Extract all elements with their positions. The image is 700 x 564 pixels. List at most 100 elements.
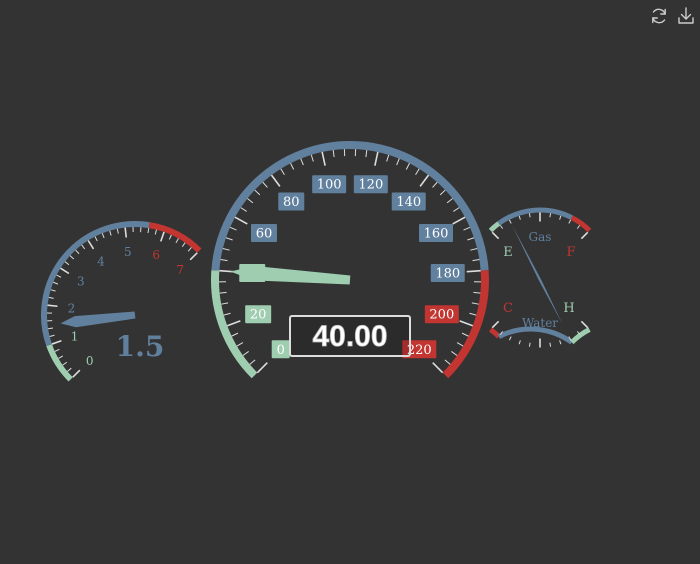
gauge-speed-minor-tick: [221, 260, 228, 261]
gauge-rpm-major-tick: [73, 370, 80, 377]
gauge-rpm-minor-tick: [182, 243, 185, 247]
gauge-speed-minor-tick: [220, 292, 227, 293]
gauge-rpm-band-0: [49, 345, 71, 379]
gauge-rpm-minor-tick: [53, 282, 58, 284]
download-icon[interactable]: [676, 6, 696, 26]
gauge-fuel-major-tick: [581, 232, 587, 238]
gauge-speed-major-tick: [257, 363, 267, 373]
gauge-rpm-minor-tick: [110, 231, 111, 236]
gauge-rpm-major-tick: [161, 232, 164, 241]
gauge-fuel-title: Gas: [529, 230, 552, 244]
gauge-rpm-minor-tick: [176, 238, 178, 242]
gauge-rpm-tick-label: 7: [176, 263, 184, 277]
gauge-rpm-minor-tick: [95, 237, 97, 241]
gauge-speed-tick-label: 80: [283, 195, 300, 210]
gauge-rpm-major-tick: [60, 268, 68, 273]
gauge-rpm-readout: 1.5: [116, 330, 165, 363]
gauge-rpm-minor-tick: [63, 362, 67, 365]
gauge-rpm-tick-label: 0: [86, 354, 94, 368]
gauge-speed-tick-label: 0: [277, 343, 285, 358]
gauge-fuel-minor-tick: [560, 216, 561, 220]
gauge-fuel-label-full: F: [566, 245, 575, 260]
gauge-speed-minor-tick: [230, 227, 236, 230]
gauge-rpm-major-tick: [48, 305, 58, 306]
gauge-speed-tick-label: 100: [317, 178, 342, 193]
gauge-speed-major-tick: [460, 321, 473, 326]
gauge-rpm-minor-tick: [148, 228, 149, 233]
gauge-rpm-minor-tick: [50, 335, 55, 336]
gauge-rpm-minor-tick: [58, 356, 62, 358]
gauge-rpm-minor-tick: [48, 328, 53, 329]
gauge-speed-band-1: [215, 145, 484, 270]
gauge-fuel-label-empty: E: [503, 245, 513, 260]
gauge-speed-minor-tick: [416, 169, 420, 175]
gauge-speed-minor-tick: [243, 351, 249, 355]
gauge-fuel-minor-tick: [550, 213, 551, 217]
gauge-speed-major-tick: [322, 152, 325, 166]
gauge-fuel-minor-tick: [569, 220, 571, 224]
gauge-speed-minor-tick: [291, 163, 294, 169]
gauge-speed-major-tick: [227, 321, 240, 326]
gauge-rpm-tick-label: 4: [97, 254, 105, 268]
gauge-speed-minor-tick: [462, 333, 468, 336]
gauge-rpm-tick-label: 1: [71, 330, 79, 344]
gauge-fuel-major-tick: [492, 232, 498, 238]
gauge-speed-minor-tick: [470, 249, 477, 251]
gauge-temperature-label-cold: C: [503, 301, 513, 316]
gauge-fuel-minor-tick: [577, 225, 579, 228]
gauge-speed-minor-tick: [221, 303, 228, 304]
gauge-temperature-band-0: [491, 329, 499, 336]
gauge-rpm-minor-tick: [55, 349, 60, 351]
gauge-rpm-major-tick: [52, 341, 61, 344]
gauge-speed-minor-tick: [447, 199, 452, 203]
gauge-speed-readout: 40.00: [312, 320, 387, 353]
gauge-rpm-band-2: [149, 225, 199, 251]
gauge-speed-minor-tick: [255, 190, 260, 195]
gauge-speed-minor-tick: [232, 333, 238, 336]
gauge-temperature-minor-tick: [529, 343, 530, 347]
gauge-rpm-band-1: [44, 224, 149, 345]
gauge-speed-minor-tick: [451, 351, 457, 355]
gauge-speed-minor-tick: [453, 208, 459, 212]
gauge-temperature-minor-tick: [550, 343, 551, 347]
gauge-speed-minor-tick: [397, 159, 400, 165]
gauge-temperature-minor-tick: [519, 340, 520, 344]
gauge-speed-major-tick: [453, 217, 465, 224]
gauge-speed-minor-tick: [473, 292, 480, 293]
gauge-speed-minor-tick: [311, 155, 313, 162]
gauge-speed-minor-tick: [406, 163, 409, 169]
gauge-temperature-minor-tick: [560, 340, 561, 344]
gauge-speed-tick-label: 140: [396, 195, 421, 210]
gauge-rpm-major-tick: [190, 253, 197, 260]
gauge-rpm-minor-tick: [67, 368, 71, 371]
gauge-temperature-major-tick: [492, 321, 498, 327]
gauge-rpm-minor-tick: [57, 275, 61, 277]
gauge-speed-minor-tick: [440, 190, 445, 195]
gauge-speed-minor-tick: [224, 313, 231, 315]
gauge-speed-tick-label: 20: [250, 308, 267, 323]
gauge-speed-minor-tick: [445, 360, 450, 365]
gauge-rpm-minor-tick: [65, 262, 69, 265]
gauge-speed-major-tick: [420, 175, 428, 186]
gauge-speed-major-tick: [375, 152, 378, 166]
gauge-rpm-minor-tick: [117, 229, 118, 234]
gauge-rpm-minor-tick: [49, 297, 54, 298]
gauge-speed-minor-tick: [333, 150, 334, 157]
refresh-icon[interactable]: [649, 6, 669, 26]
gauge-speed-minor-tick: [472, 303, 479, 304]
gauge-speed-minor-tick: [472, 260, 479, 261]
gauge-temperature-label-hot: H: [563, 301, 574, 316]
gauge-rpm-minor-tick: [155, 230, 156, 235]
gauge-speed-tick-label: 180: [435, 267, 460, 282]
gauge-speed-minor-tick: [237, 343, 243, 347]
gauge-temperature-title: Water: [522, 316, 558, 330]
gauge-speed-tick-label: 200: [429, 308, 454, 323]
gauge-speed-minor-tick: [263, 182, 268, 187]
gauge-rpm-minor-tick: [82, 245, 85, 249]
gauge-rpm-minor-tick: [102, 233, 104, 238]
gauge-rpm-minor-tick: [169, 235, 171, 240]
gauge-speed-minor-tick: [464, 227, 470, 230]
gauge-rpm-minor-tick: [76, 250, 79, 254]
gauge-speed-minor-tick: [469, 313, 476, 315]
gauge-speed-minor-tick: [241, 208, 247, 212]
